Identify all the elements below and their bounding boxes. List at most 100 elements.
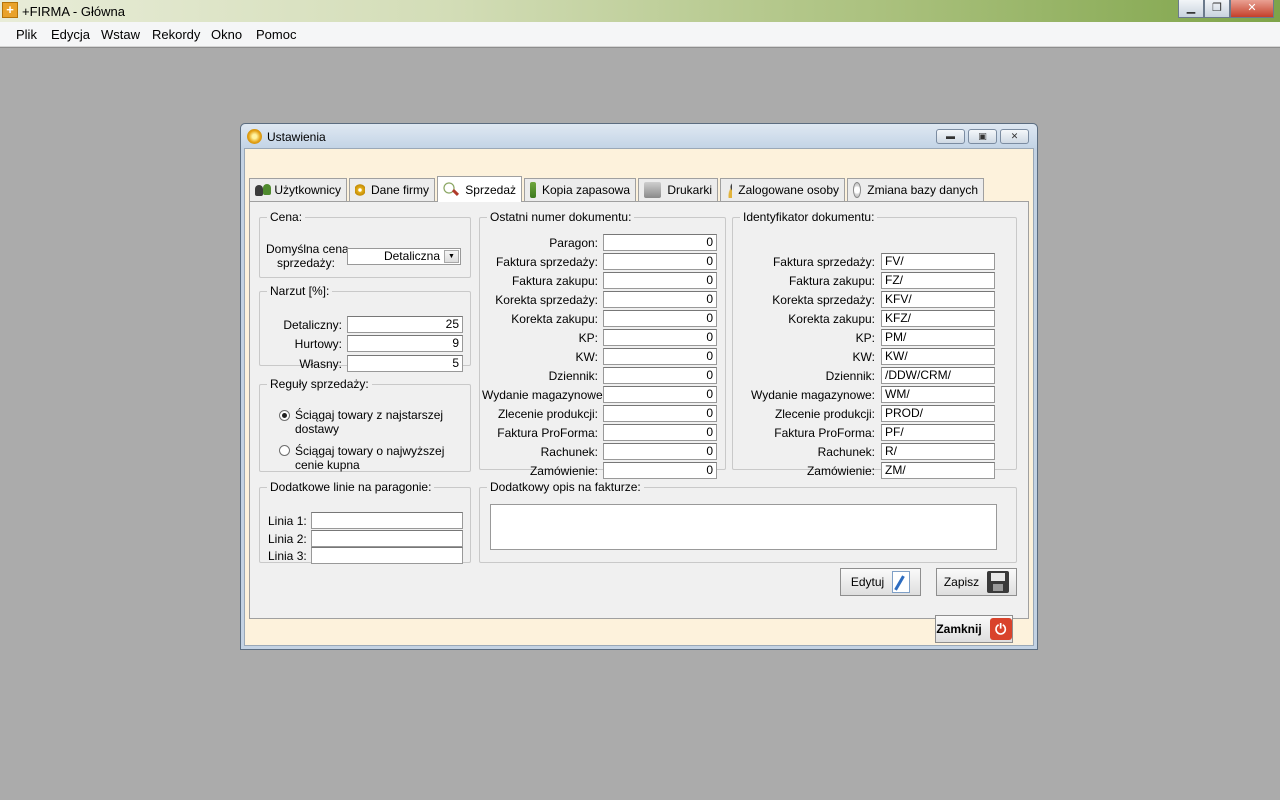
sales-settings-panel: Cena: Domyślna cena sprzedaży: Detaliczn… [249, 201, 1029, 619]
rule-oldest-delivery-radio[interactable] [279, 410, 290, 421]
app-titlebar: + +FIRMA - Główna ▁ ❐ ✕ [0, 0, 1280, 22]
gear-icon [355, 182, 365, 198]
tab-kopia-zapasowa[interactable]: Kopia zapasowa [524, 178, 636, 201]
last-number-label: KP: [578, 331, 598, 345]
last-number-label: Zamówienie: [529, 464, 598, 478]
tab-label: Zmiana bazy danych [867, 183, 978, 197]
doc-identifier-label: Faktura zakupu: [788, 274, 875, 288]
last-doc-number-legend: Ostatni numer dokumentu: [490, 210, 632, 224]
rule-highest-price-label[interactable]: Ściągaj towary o najwyższej cenie kupna [295, 444, 444, 472]
last-number-input[interactable]: 0 [603, 424, 717, 441]
tab-drukarki[interactable]: Drukarki [638, 178, 718, 201]
last-number-input[interactable]: 0 [603, 329, 717, 346]
last-number-input[interactable]: 0 [603, 386, 717, 403]
doc-identifier-input[interactable]: FZ/ [881, 272, 995, 289]
receipt-line2-input[interactable] [311, 530, 463, 547]
markup-own-input[interactable]: 5 [347, 355, 463, 372]
doc-identifier-input[interactable]: KW/ [881, 348, 995, 365]
doc-identifier-input[interactable]: PM/ [881, 329, 995, 346]
last-number-input[interactable]: 0 [603, 310, 717, 327]
rule-highest-line1: Ściągaj towary o najwyższej [295, 444, 445, 458]
doc-identifier-input[interactable]: KFV/ [881, 291, 995, 308]
doc-identifier-label: Rachunek: [817, 445, 875, 459]
tab-sprzedaz[interactable]: Sprzedaż [437, 176, 522, 202]
rule-highest-price-radio[interactable] [279, 445, 290, 456]
edit-pencil-icon [892, 571, 911, 593]
last-number-input[interactable]: 0 [603, 272, 717, 289]
last-number-label: Faktura zakupu: [511, 274, 598, 288]
app-title: +FIRMA - Główna [22, 4, 125, 19]
doc-identifier-input[interactable]: ZM/ [881, 462, 995, 479]
doc-identifier-input[interactable]: FV/ [881, 253, 995, 270]
doc-identifier-label: Korekta sprzedaży: [772, 293, 875, 307]
markup-wholesale-input[interactable]: 9 [347, 335, 463, 352]
doc-identifier-group: Identyfikator dokumentu: Faktura sprzeda… [732, 210, 1017, 479]
last-number-label: Faktura ProForma: [497, 426, 598, 440]
receipt-line3-input[interactable] [311, 547, 463, 564]
dialog-maximize-button[interactable]: ▣ [968, 129, 997, 144]
last-number-input[interactable]: 0 [603, 462, 717, 479]
last-number-input[interactable]: 0 [603, 234, 717, 251]
default-price-label-line1: Domyślna cena [266, 242, 349, 256]
dialog-close-button[interactable]: ✕ [1000, 129, 1029, 144]
doc-identifier-input[interactable]: PF/ [881, 424, 995, 441]
receipt-line1-input[interactable] [311, 512, 463, 529]
invoice-description-textarea[interactable] [490, 504, 997, 550]
settings-gear-icon [247, 129, 262, 144]
database-disc-icon [853, 182, 862, 198]
tab-zmiana-bazy-danych[interactable]: Zmiana bazy danych [847, 178, 984, 201]
markup-retail-label: Detaliczny: [283, 318, 342, 332]
tab-zalogowane-osoby[interactable]: Zalogowane osoby [720, 178, 845, 201]
last-number-label: Korekta zakupu: [511, 312, 598, 326]
doc-identifier-input[interactable]: KFZ/ [881, 310, 995, 327]
default-price-value: Detaliczna [383, 249, 440, 263]
doc-identifier-label: Korekta zakupu: [788, 312, 875, 326]
close-button[interactable]: ✕ [1230, 0, 1274, 18]
markup-retail-input[interactable]: 25 [347, 316, 463, 333]
edit-button[interactable]: Edytuj [840, 568, 921, 596]
last-number-input[interactable]: 0 [603, 367, 717, 384]
dialog-titlebar[interactable]: Ustawienia ▬ ▣ ✕ [241, 124, 1037, 148]
doc-identifier-input[interactable]: /DDW/CRM/ [881, 367, 995, 384]
rule-oldest-delivery-label[interactable]: Ściągaj towary z najstarszej dostawy [295, 408, 443, 436]
doc-identifier-label: Zlecenie produkcji: [774, 407, 875, 421]
last-doc-number-group: Ostatni numer dokumentu: Paragon: 0 Faktur… [479, 210, 726, 479]
sales-icon [443, 181, 460, 198]
menu-rekordy[interactable]: Rekordy [152, 27, 200, 42]
menu-okno[interactable]: Okno [211, 27, 242, 42]
chevron-down-icon[interactable]: ▼ [444, 250, 459, 263]
receipt-line3-label: Linia 3: [268, 549, 307, 563]
doc-identifier-input[interactable]: WM/ [881, 386, 995, 403]
menu-plik[interactable]: Plik [16, 27, 37, 42]
doc-identifier-input[interactable]: R/ [881, 443, 995, 460]
last-number-input[interactable]: 0 [603, 291, 717, 308]
close-dialog-button[interactable]: Zamknij ⏻ [935, 615, 1013, 643]
receipt-line1-label: Linia 1: [268, 514, 307, 528]
default-price-select[interactable]: Detaliczna ▼ [347, 248, 461, 265]
doc-identifier-label: KP: [855, 331, 875, 345]
last-number-label: Paragon: [549, 236, 598, 250]
menu-pomoc[interactable]: Pomoc [256, 27, 296, 42]
last-number-input[interactable]: 0 [603, 405, 717, 422]
markup-group: Narzut [%]: Detaliczny: 25 Hurtowy: 9 Wł… [259, 284, 471, 372]
doc-identifier-label: Faktura ProForma: [774, 426, 875, 440]
maximize-button[interactable]: ❐ [1204, 0, 1230, 18]
dialog-minimize-button[interactable]: ▬ [936, 129, 965, 144]
menu-edycja[interactable]: Edycja [51, 27, 90, 42]
tab-dane-firmy[interactable]: Dane firmy [349, 178, 435, 201]
tab-label: Użytkownicy [274, 183, 341, 197]
tab-uzytkownicy[interactable]: Użytkownicy [249, 178, 347, 201]
price-legend: Cena: [270, 210, 303, 224]
minimize-button[interactable]: ▁ [1178, 0, 1204, 18]
last-number-input[interactable]: 0 [603, 443, 717, 460]
doc-identifier-label: KW: [852, 350, 875, 364]
menu-wstaw[interactable]: Wstaw [101, 27, 140, 42]
last-number-input[interactable]: 0 [603, 348, 717, 365]
save-button[interactable]: Zapisz [936, 568, 1017, 596]
tab-label: Sprzedaż [465, 182, 516, 197]
doc-identifier-input[interactable]: PROD/ [881, 405, 995, 422]
price-group: Cena: Domyślna cena sprzedaży: Detaliczn… [259, 210, 471, 278]
default-price-label-line2: sprzedaży: [276, 256, 336, 270]
markup-legend: Narzut [%]: [270, 284, 330, 298]
last-number-input[interactable]: 0 [603, 253, 717, 270]
